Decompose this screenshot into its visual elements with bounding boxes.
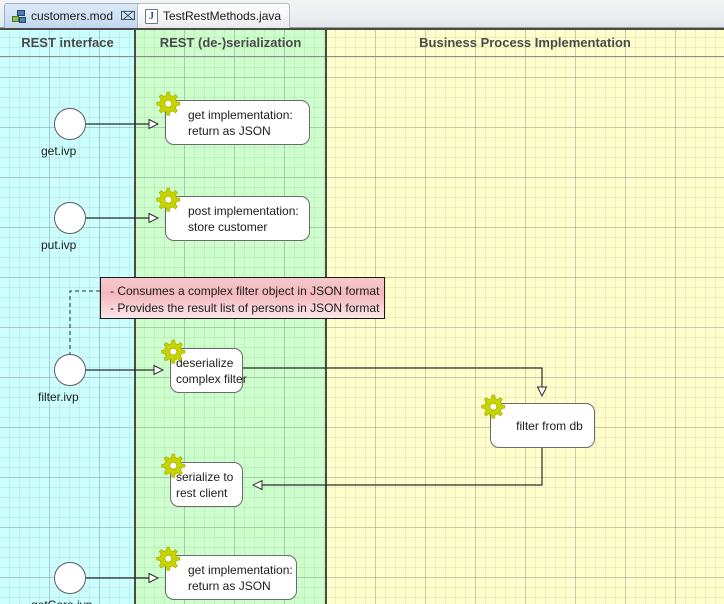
tab-testrestmethods-java[interactable]: J TestRestMethods.java <box>137 3 291 28</box>
gear-icon <box>481 394 506 419</box>
note-line: - Consumes a complex filter object in JS… <box>110 284 380 298</box>
process-diagram-canvas[interactable]: REST interface REST (de-)serialization B… <box>0 28 724 604</box>
tab-label: TestRestMethods.java <box>163 9 282 23</box>
gear-icon <box>156 187 181 212</box>
tab-label: customers.mod <box>31 9 114 23</box>
tab-customers-mod[interactable]: customers.mod ⌧ <box>4 3 144 28</box>
close-icon[interactable]: ⌧ <box>120 10 136 22</box>
mod-file-icon <box>12 9 26 23</box>
gear-icon <box>161 339 186 364</box>
gear-icon <box>156 546 181 571</box>
gear-icon <box>161 453 186 478</box>
editor-tab-bar: customers.mod ⌧ J TestRestMethods.java <box>0 0 724 28</box>
annotation-note-filter[interactable]: - Consumes a complex filter object in JS… <box>100 277 385 319</box>
gear-icon <box>156 91 181 116</box>
note-line: - Provides the result list of persons in… <box>110 301 380 315</box>
java-file-icon: J <box>145 8 158 24</box>
